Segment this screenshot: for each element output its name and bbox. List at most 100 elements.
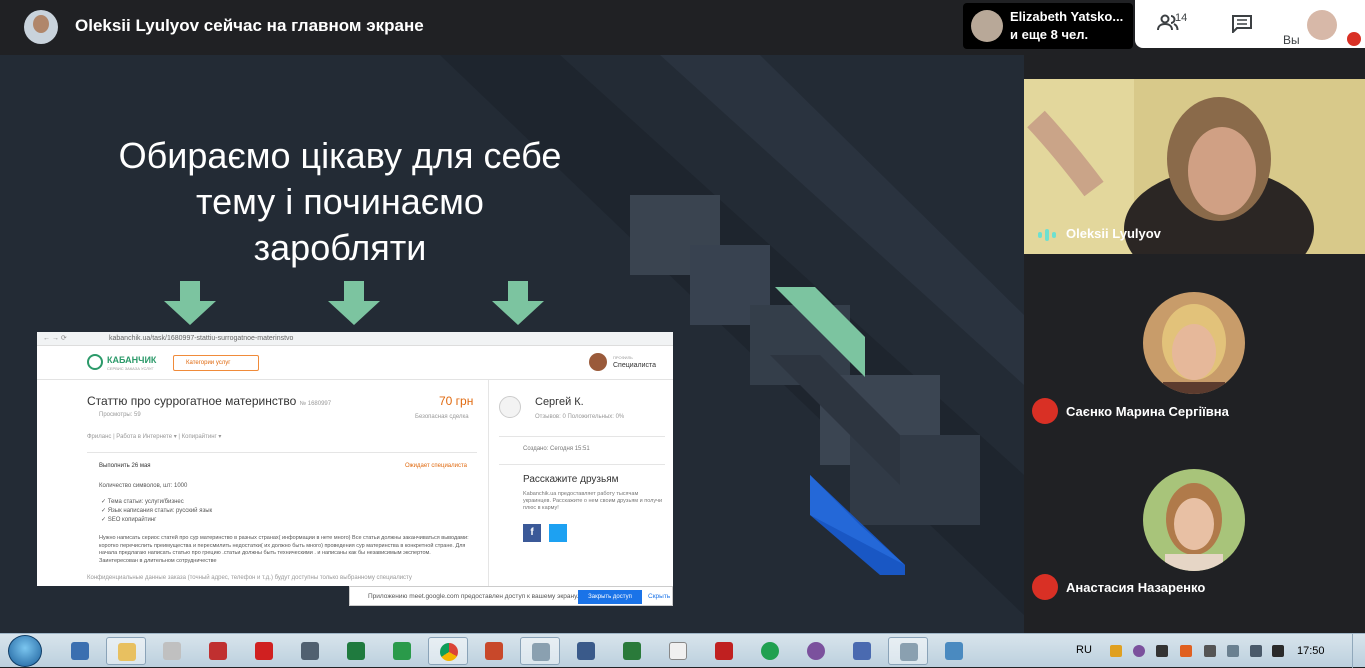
tray-icon[interactable]: [1180, 645, 1192, 657]
taskbar-app[interactable]: [612, 637, 652, 665]
self-label: Вы: [1283, 33, 1300, 47]
taskbar-app[interactable]: [60, 637, 100, 665]
participant-avatar: [1143, 469, 1245, 571]
paint-icon: [532, 643, 550, 661]
taskbar-app[interactable]: [474, 637, 514, 665]
slide-title-line: заробляти: [253, 227, 427, 268]
facebook-icon: f: [523, 524, 541, 542]
meet-top-bar: Oleksii Lyulyov сейчас на главном экране…: [0, 0, 1365, 55]
mic-off-icon: [1032, 398, 1058, 424]
presenter-avatar: [24, 10, 58, 44]
monitor-icon: [301, 642, 319, 660]
presenter-title: Oleksii Lyulyov сейчас на главном экране: [75, 16, 424, 35]
participants-preview[interactable]: Elizabeth Yatsko... и еще 8 чел.: [963, 3, 1133, 49]
divider: [499, 436, 665, 437]
task-deadline: Выполнить 26 мая: [99, 463, 151, 469]
share-text: Kabanchik.ua предоставляет работу тысяча…: [523, 491, 663, 511]
divider: [499, 464, 665, 465]
show-desktop-button[interactable]: [1352, 634, 1365, 668]
confidential-note: Конфиденциальные данные заказа (точный а…: [87, 575, 412, 581]
tray-icon[interactable]: [1272, 645, 1284, 657]
hide-button[interactable]: Скрыть: [648, 593, 670, 600]
task-status: Ожидает специалиста: [405, 463, 468, 469]
twitter-icon: [549, 524, 567, 542]
taskbar-app[interactable]: [290, 637, 330, 665]
taskbar-app[interactable]: [382, 637, 422, 665]
meet-controls-panel: 14 Вы: [1135, 0, 1365, 48]
browser-url: kabanchik.ua/task/1680997-stattiu-surrog…: [109, 335, 294, 342]
arrow-down-icon: [328, 281, 380, 325]
tray-icon[interactable]: [1204, 645, 1216, 657]
tray-icon[interactable]: [1156, 645, 1168, 657]
start-button[interactable]: [8, 635, 42, 667]
taskbar-app[interactable]: [796, 637, 836, 665]
task-title-text: Статтю про суррогатное материнство: [87, 394, 297, 408]
taskbar-app[interactable]: [106, 637, 146, 665]
participant-avatar: [971, 10, 1003, 42]
volume-icon[interactable]: [1250, 645, 1262, 657]
chat-icon[interactable]: [1232, 15, 1252, 38]
paint-icon: [900, 643, 918, 661]
arrow-down-icon: [492, 281, 544, 325]
participant-name: Саєнко Марина Сергіївна: [1066, 404, 1229, 419]
speaking-indicator-icon: [1038, 229, 1056, 241]
user-reviews: Отзывов: 0 Положительных: 0%: [535, 414, 625, 420]
network-icon[interactable]: [1227, 645, 1239, 657]
list-item-text: Язык написания статьи: русский язык: [107, 508, 213, 514]
task-requirements: ✓ Тема статьи: услуги/бизнес ✓ Язык напи…: [101, 498, 212, 525]
people-count: 14: [1175, 12, 1188, 24]
taskbar-app[interactable]: [658, 637, 698, 665]
taskbar-app[interactable]: [520, 637, 560, 665]
slide-title-line: тему і починаємо: [196, 181, 484, 222]
taskbar-app[interactable]: [152, 637, 192, 665]
task-chars: Количество символов, шт: 1000: [99, 483, 188, 489]
taskbar-app[interactable]: [750, 637, 790, 665]
profile-avatar: [589, 353, 607, 371]
kabanchik-brand: КАБАНЧИК: [107, 355, 157, 365]
share-title: Расскажите друзьям: [523, 474, 619, 485]
viber-icon[interactable]: [1133, 645, 1145, 657]
user-name: Сергей К.: [535, 396, 584, 408]
mic-off-icon: [1032, 574, 1058, 600]
tray-icon[interactable]: [1110, 645, 1122, 657]
clock[interactable]: 17:50: [1297, 645, 1325, 657]
windows-taskbar: RU 17:50: [0, 633, 1365, 668]
kabanchik-header: КАБАНЧИК СЕРВИС ЗАКАЗА УСЛУГ Категории у…: [37, 346, 673, 380]
language-indicator[interactable]: RU: [1076, 644, 1092, 656]
shared-slide: Обираємо цікаву для себе тему і починаєм…: [0, 55, 1024, 633]
taskbar-app[interactable]: [934, 637, 974, 665]
list-item: ✓ Язык написания статьи: русский язык: [101, 508, 213, 514]
mic-off-icon: [1347, 32, 1361, 46]
app-icon: [853, 642, 871, 660]
document-icon: [669, 642, 687, 660]
save-icon: [71, 642, 89, 660]
participant-name: Elizabeth Yatsko...: [1010, 9, 1124, 24]
slide-title-line: Обираємо цікаву для себе: [118, 135, 562, 176]
taskbar-app[interactable]: [244, 637, 284, 665]
app-icon: [163, 642, 181, 660]
taskbar-app[interactable]: [428, 637, 468, 665]
self-avatar: [1307, 10, 1337, 40]
viber-icon: [807, 642, 825, 660]
stop-sharing-button[interactable]: Закрыть доступ: [578, 590, 642, 604]
safe-deal: Безопасная сделка: [415, 414, 469, 420]
screen-share-text: Приложению meet.google.com предоставлен …: [368, 593, 579, 600]
taskbar-app[interactable]: [198, 637, 238, 665]
speaker-tile[interactable]: Oleksii Lyulyov: [1024, 79, 1365, 254]
grammarly-icon: [761, 642, 779, 660]
task-id: № 1680997: [299, 401, 332, 407]
profile-role: Специалиста: [613, 362, 657, 369]
screen-share-bar: Приложению meet.google.com предоставлен …: [349, 586, 673, 606]
folder-icon: [118, 643, 136, 661]
task-price: 70 грн: [439, 394, 474, 408]
taskbar-app[interactable]: [336, 637, 376, 665]
slide-title: Обираємо цікаву для себе тему і починаєм…: [60, 133, 620, 271]
powerpoint-icon: [485, 642, 503, 660]
taskbar-app[interactable]: [566, 637, 606, 665]
list-item-text: SEO копирайтинг: [107, 517, 157, 523]
taskbar-app[interactable]: [704, 637, 744, 665]
taskbar-app[interactable]: [842, 637, 882, 665]
kabanchik-logo-icon: [87, 354, 103, 370]
taskbar-app[interactable]: [888, 637, 928, 665]
user-avatar-icon: [499, 396, 521, 418]
